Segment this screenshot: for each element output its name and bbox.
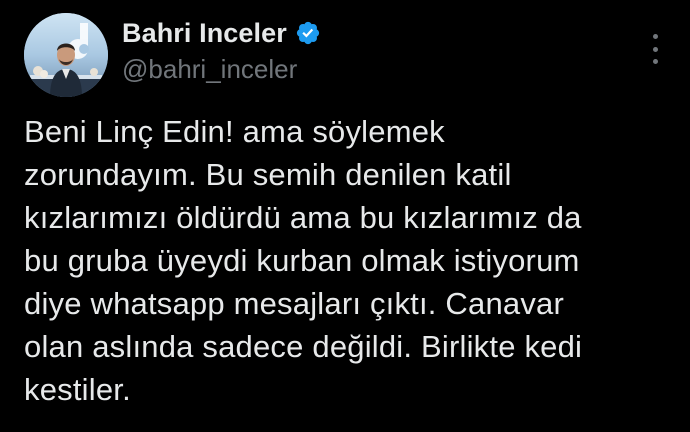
more-options-icon[interactable] — [650, 34, 660, 64]
name-row: Bahri Inceler — [122, 14, 650, 52]
more-dot — [652, 59, 658, 64]
verified-badge-icon — [295, 20, 321, 46]
author-display-name[interactable]: Bahri Inceler — [122, 18, 287, 49]
avatar-photo — [24, 13, 108, 97]
more-dot — [652, 34, 658, 39]
tweet-text: Beni Linç Edin! ama söylemek zorundayım.… — [24, 114, 583, 407]
author-avatar[interactable] — [24, 13, 108, 97]
tweet-header: Bahri Inceler @bahri_inceler — [122, 14, 650, 85]
author-handle[interactable]: @bahri_inceler — [122, 54, 650, 85]
more-dot — [652, 46, 658, 52]
tweet-card: Bahri Inceler @bahri_inceler Beni Linç E… — [0, 0, 690, 432]
